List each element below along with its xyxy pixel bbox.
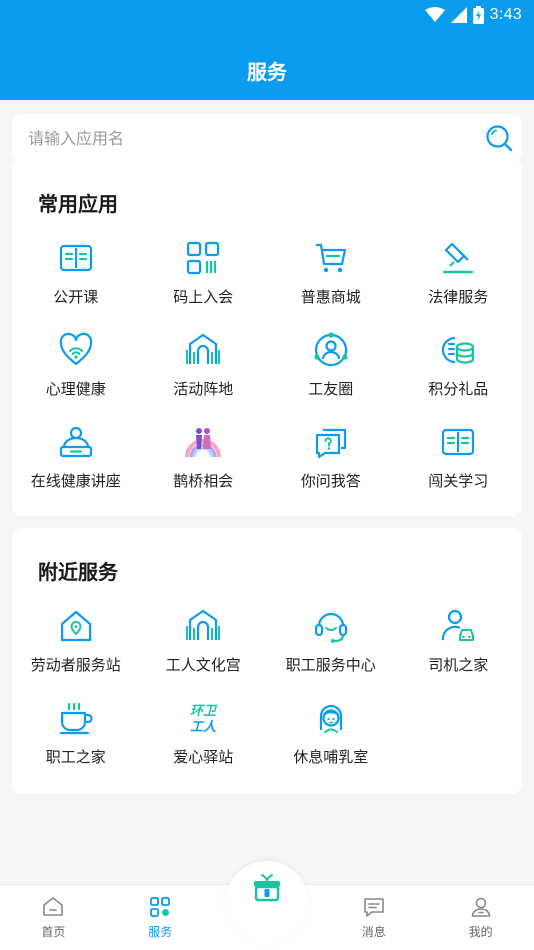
service-label: 劳动者服务站 [30,656,121,674]
app-mental-health[interactable]: 心理健康 [12,324,140,416]
coffee-cup-icon [59,702,93,735]
message-icon [363,898,384,917]
svg-text:环卫: 环卫 [190,704,218,719]
service-label: 职工服务中心 [285,656,376,674]
service-driver-home[interactable]: 司机之家 [395,600,523,692]
tab-home[interactable]: 首页 [0,885,107,950]
app-points-gifts[interactable]: 积分礼品 [395,324,523,416]
app-qa[interactable]: 你问我答 [267,416,395,508]
service-culture-palace[interactable]: 工人文化宫 [140,600,268,692]
search-icon[interactable] [484,123,514,153]
gift-icon [253,874,280,902]
app-public-course[interactable]: 公开课 [12,232,140,324]
app-label: 在线健康讲座 [30,472,121,490]
tab-label: 消息 [361,925,386,939]
coins-icon [442,336,475,364]
tab-mine[interactable]: 我的 [427,885,534,950]
app-legal[interactable]: 法律服务 [395,232,523,324]
app-mall[interactable]: 普惠商城 [267,232,395,324]
service-label: 司机之家 [428,656,489,674]
tab-messages[interactable]: 消息 [320,885,427,950]
driver-icon [442,609,475,641]
activity-center-button[interactable] [224,861,309,945]
tab-label: 服务 [148,925,173,939]
app-label: 工友圈 [308,380,354,398]
bottom-tab-bar: 首页 服务 活动 消息 我的 [0,861,534,950]
tab-activity[interactable]: 活动 [214,861,321,950]
battery-icon [472,6,484,24]
app-workmates[interactable]: 工友圈 [267,324,395,416]
study-book-icon [442,428,475,456]
app-activity-base[interactable]: 活动阵地 [140,324,268,416]
tab-label: 我的 [468,925,493,939]
app-label: 积分礼品 [428,380,489,398]
house-location-icon [60,610,91,642]
app-label: 你问我答 [300,472,361,490]
app-label: 心理健康 [45,380,106,398]
common-apps-title: 常用应用 [38,192,118,216]
status-bar: 3:43 [424,4,522,26]
app-label: 闯关学习 [428,472,489,490]
building-icon [186,333,221,364]
home-icon [43,897,64,916]
app-label: 活动阵地 [173,380,234,398]
nearby-services-card: 附近服务 劳动者服务站 工人文化宫 职工服务中心 司机之家 职工之家 环卫工人 [12,528,522,794]
building-icon [186,609,221,640]
service-label: 休息哺乳室 [293,748,369,766]
service-nursing-room[interactable]: 休息哺乳室 [267,692,395,784]
page-title: 服务 [247,60,287,84]
service-label: 爱心驿站 [173,748,234,766]
service-worker-home[interactable]: 职工之家 [12,692,140,784]
user-icon [471,897,490,917]
heart-signal-icon [59,332,92,366]
app-qr-join[interactable]: 码上入会 [140,232,268,324]
signal-icon [450,7,467,23]
people-circle-icon [314,332,348,367]
question-chat-icon [315,428,346,459]
app-label: 法律服务 [428,288,489,306]
shopping-cart-icon [315,243,346,273]
headset-icon [314,612,347,643]
app-study[interactable]: 闯关学习 [395,416,523,508]
status-time: 3:43 [489,6,522,23]
mother-icon [319,704,342,733]
sanitation-worker-icon: 环卫工人 [190,704,218,735]
app-label: 码上入会 [173,288,234,306]
book-icon [59,244,92,272]
nearby-services-title: 附近服务 [38,560,118,584]
service-worker-center[interactable]: 职工服务中心 [267,600,395,692]
service-label: 职工之家 [45,748,106,766]
wifi-icon [424,7,445,22]
app-label: 普惠商城 [300,288,361,306]
app-health-lecture[interactable]: 在线健康讲座 [12,416,140,508]
service-labor-station[interactable]: 劳动者服务站 [12,600,140,692]
search-bar[interactable] [12,114,522,162]
service-love-station[interactable]: 环卫 工人 爱心驿站 [140,692,268,784]
grid-icon [150,897,171,917]
header: 3:43 服务 [0,0,534,100]
app-label: 鹊桥相会 [173,472,234,490]
common-apps-card: 常用应用 公开课 码上入会 普惠商城 法律服务 心理健康 活动阵地 工友圈 积分… [12,158,522,516]
svg-text:工人: 工人 [190,719,217,735]
qr-code-icon [187,241,220,275]
search-input[interactable] [28,128,484,148]
app-label: 公开课 [53,288,99,306]
service-label: 工人文化宫 [165,656,241,674]
gavel-icon [443,242,474,274]
tab-label: 首页 [41,925,66,939]
couple-bridge-icon [185,428,222,458]
tab-services[interactable]: 服务 [107,885,214,950]
lecture-icon [59,426,92,458]
app-matchmaking[interactable]: 鹊桥相会 [140,416,268,508]
